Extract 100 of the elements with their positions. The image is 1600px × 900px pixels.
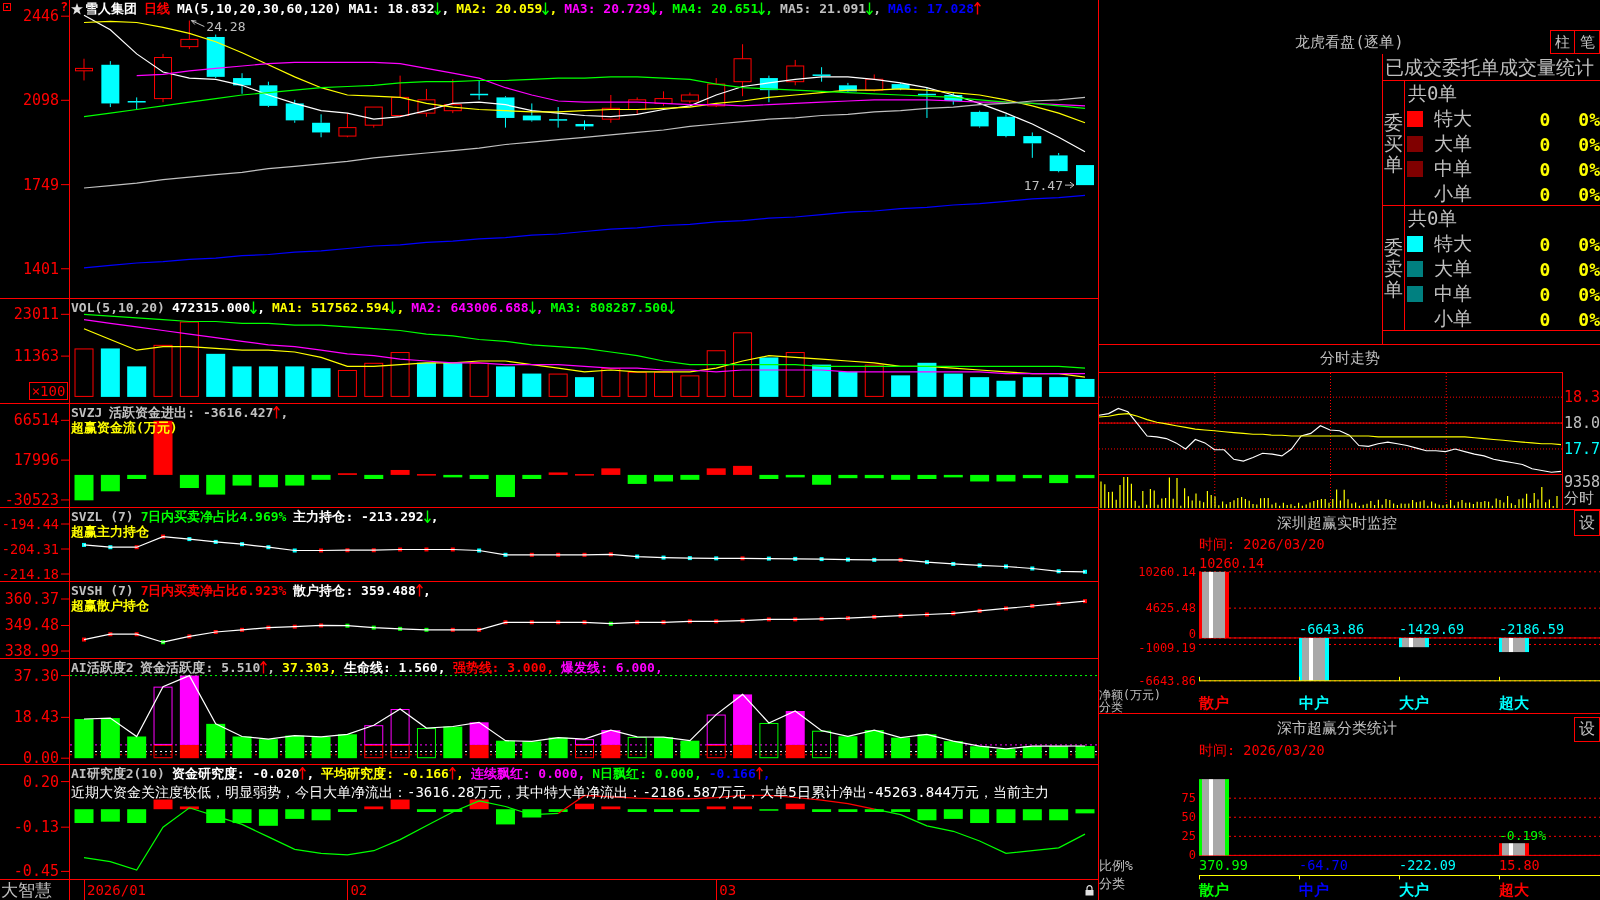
order-size-label: 中单: [1434, 281, 1472, 306]
category-label: 大户: [1399, 694, 1429, 712]
data-marker: [1056, 601, 1061, 606]
data-marker: [608, 552, 613, 557]
y-axis-label: -30523: [4, 490, 59, 507]
indicator-reading: 活跃资金进出: -3616.427: [109, 405, 274, 420]
toggle-button[interactable]: 笔: [1575, 30, 1600, 54]
indicator-reading: 生命线: 1.560,: [343, 660, 446, 675]
bar: [575, 803, 594, 810]
bar: [232, 809, 252, 824]
bar: [364, 806, 384, 810]
bar: [1022, 474, 1042, 479]
y-axis-label: 37.30: [13, 666, 59, 685]
data-marker: [450, 627, 455, 632]
bar: [864, 809, 884, 812]
category-label: 散户: [1199, 881, 1229, 899]
order-share: 0%: [1578, 158, 1600, 180]
settings-button[interactable]: 设: [1574, 717, 1600, 742]
chart-subtitle: 时间: 2026/03/20: [1199, 742, 1325, 758]
date-label: 02: [347, 880, 368, 900]
toggle-button[interactable]: 柱: [1550, 30, 1575, 54]
y-axis-label: 0.00: [22, 749, 59, 764]
y-axis-label: -1009.19: [1138, 641, 1196, 656]
separator-text: ,: [455, 766, 464, 781]
order-total: 共0单: [1407, 81, 1458, 106]
data-marker: [924, 560, 929, 565]
indicator-reading: VOL(5,10,20): [71, 300, 165, 315]
data-marker: [714, 619, 719, 624]
bar: [469, 799, 489, 810]
indicator-reading: 资金研究度: -0.020: [171, 766, 300, 781]
data-marker: [477, 548, 482, 553]
y-axis-label: 25: [1181, 829, 1196, 844]
data-marker: [503, 620, 508, 625]
bar: [1075, 809, 1095, 814]
small-square-icon: [3, 3, 11, 11]
data-marker: [134, 632, 139, 637]
bar: [680, 474, 700, 480]
order-count: 0: [1539, 308, 1551, 330]
data-marker: [1003, 564, 1008, 569]
bar: [100, 809, 120, 822]
indicator-reading: 37.303,: [282, 660, 337, 675]
bar: [917, 474, 937, 479]
data-marker: [82, 637, 86, 642]
indicator-reading: MA1: 18.832: [348, 1, 435, 16]
bar: [601, 468, 621, 475]
indicator-reading: AI研究度2(10): [71, 766, 165, 781]
y-axis-label: 1401: [22, 259, 59, 278]
y-axis-label: 18.43: [13, 708, 59, 727]
bar: [127, 474, 147, 479]
y-axis-label: 0.20: [22, 772, 59, 791]
indicator-reading: MA6: 17.028: [888, 1, 975, 16]
indicator-reading: 日线: [144, 1, 170, 16]
bar: [311, 809, 331, 821]
order-count: 0: [1539, 283, 1551, 305]
separator-text: ,: [422, 583, 431, 598]
indicator-reading: 7日内买卖净占比6.923%: [140, 583, 287, 598]
data-marker: [477, 627, 482, 632]
y-axis-title: 净额(万元): [1099, 687, 1161, 702]
indicator-reading: SVZL (7): [71, 509, 134, 524]
indicator-reading: MA(5,10,20,30,60,120): [177, 1, 342, 16]
data-marker: [977, 608, 982, 613]
bar: [258, 809, 278, 826]
bar: [285, 809, 305, 819]
settings-button[interactable]: 设: [1574, 510, 1600, 536]
y-axis-label: 2446: [22, 7, 59, 26]
bar: [891, 474, 911, 480]
candlestick: [127, 96, 146, 110]
data-marker: [793, 617, 798, 622]
y-axis-label: -204.31: [1, 541, 59, 557]
data-marker: [398, 626, 403, 631]
candlestick: [154, 53, 173, 103]
bar: [654, 809, 674, 812]
bar: [311, 474, 331, 480]
bar: [206, 474, 226, 495]
bar: [970, 474, 990, 482]
bar: [443, 809, 463, 812]
order-count: 0: [1539, 108, 1551, 130]
bar: [548, 472, 568, 475]
x-axis-title: 分类: [1099, 875, 1125, 891]
date-label: 2026/01: [84, 880, 146, 900]
y-axis-label: 17996: [13, 451, 59, 470]
bar: [996, 474, 1016, 482]
y-axis-label: 18.3: [1564, 389, 1600, 406]
y-axis-label: 349.48: [4, 616, 59, 635]
bar: [706, 806, 726, 810]
data-marker: [582, 620, 587, 625]
indicator-reading: 472315.000: [171, 300, 251, 315]
brand-name: 大智慧: [0, 880, 52, 900]
bar: [733, 806, 753, 810]
category-label: 超大: [1499, 881, 1529, 899]
data-marker: [187, 634, 192, 639]
bar: [100, 474, 120, 492]
bar: [1022, 809, 1042, 821]
bar: [390, 470, 410, 475]
y-axis-label: 360.37: [4, 590, 59, 608]
indicator-reading: MA1: 517562.594: [272, 300, 390, 315]
bar: [812, 474, 832, 485]
data-marker: [424, 547, 429, 552]
bar: [258, 474, 278, 488]
data-marker: [319, 623, 324, 628]
